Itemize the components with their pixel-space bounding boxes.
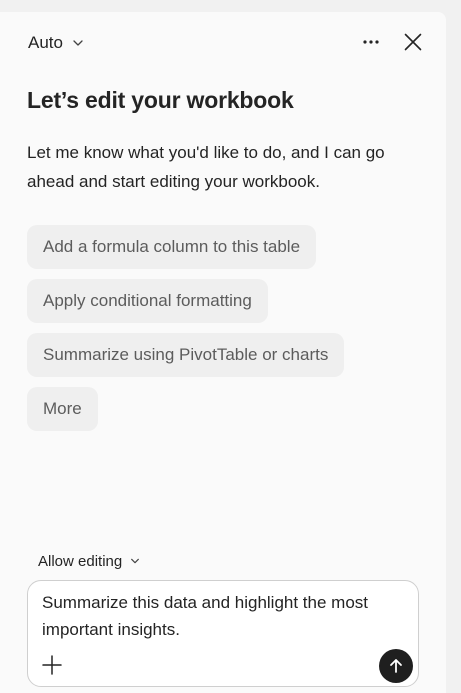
copilot-pane: Auto Let’s edit your workbook Let me kno… xyxy=(0,12,446,693)
mode-dropdown-label: Auto xyxy=(28,33,63,52)
chevron-down-icon xyxy=(73,40,83,46)
plus-icon xyxy=(42,655,62,675)
suggestion-summarize-pivottable[interactable]: Summarize using PivotTable or charts xyxy=(27,333,345,377)
send-button[interactable] xyxy=(379,649,413,683)
suggestion-more[interactable]: More xyxy=(27,387,98,431)
prompt-input[interactable]: Summarize this data and highlight the mo… xyxy=(42,589,402,643)
suggestion-list: Add a formula column to this table Apply… xyxy=(27,225,345,431)
mode-dropdown[interactable]: Auto xyxy=(20,28,92,58)
intro-text: Let me know what you'd like to do, and I… xyxy=(27,143,385,191)
more-options-button[interactable] xyxy=(355,26,387,58)
chevron-down-icon xyxy=(131,558,140,564)
more-horizontal-icon xyxy=(363,40,379,44)
arrow-up-icon xyxy=(390,659,402,673)
permission-dropdown-label: Allow editing xyxy=(38,552,123,570)
permission-dropdown[interactable]: Allow editing xyxy=(30,548,148,574)
suggestion-add-formula-column[interactable]: Add a formula column to this table xyxy=(27,225,317,269)
chat-composer: Summarize this data and highlight the mo… xyxy=(27,580,419,687)
close-button[interactable] xyxy=(397,26,429,58)
add-attachment-button[interactable] xyxy=(38,651,66,679)
suggestion-conditional-formatting[interactable]: Apply conditional formatting xyxy=(27,279,268,323)
page-title: Let’s edit your workbook xyxy=(27,87,294,113)
close-icon xyxy=(404,33,422,51)
pane-header: Auto xyxy=(0,12,446,72)
